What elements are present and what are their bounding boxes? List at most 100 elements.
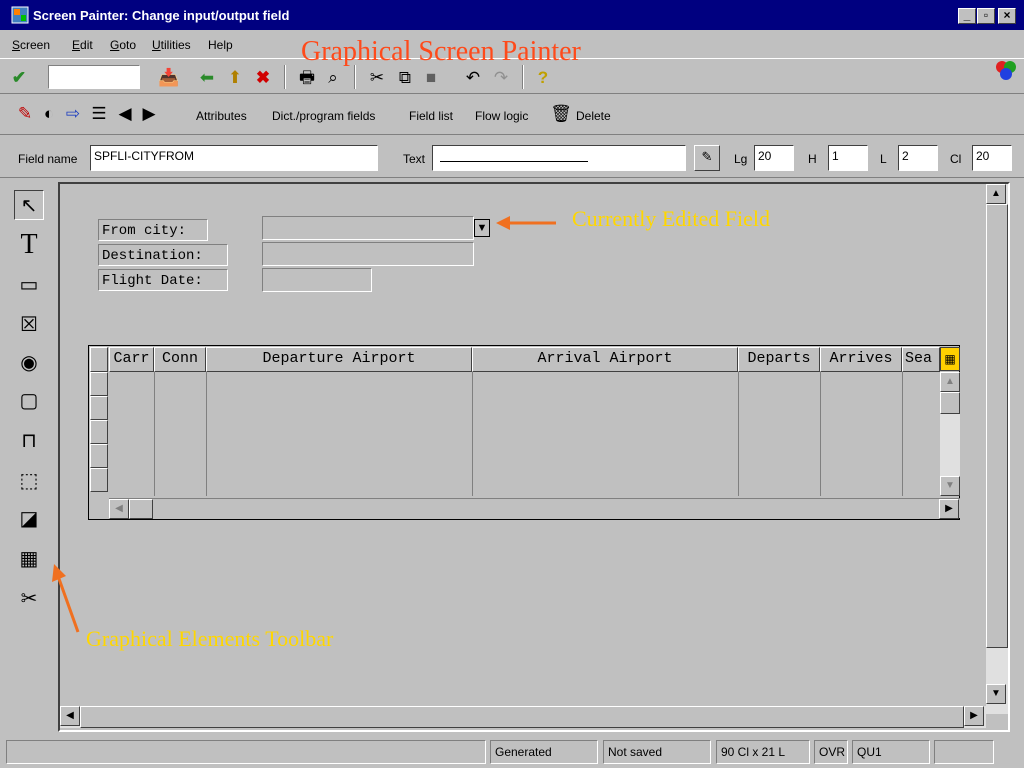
back-arrow-icon[interactable]: ⬅ (196, 67, 218, 89)
maximize-button[interactable]: ▫ (977, 8, 995, 24)
exit-up-icon[interactable]: ⬆ (224, 67, 246, 89)
flow-logic-button[interactable]: Flow logic (475, 109, 528, 123)
copy-icon[interactable]: ⧉ (394, 67, 416, 89)
destination-input-field[interactable] (262, 242, 474, 266)
undo-icon[interactable]: ↶ (462, 67, 484, 89)
previous-arrow-icon[interactable]: ◀ (114, 103, 136, 125)
subscreen-icon[interactable]: ◪ (14, 504, 44, 534)
scroll-right-icon[interactable]: ▶ (964, 706, 984, 726)
enter-check-icon[interactable]: ✔ (8, 67, 30, 89)
canvas-vertical-scrollbar[interactable]: ▲ ▼ (986, 184, 1008, 714)
table-control[interactable]: Carr Conn Departure Airport Arrival Airp… (88, 345, 960, 520)
column-divider (472, 372, 473, 496)
column-header[interactable]: Conn (154, 347, 206, 372)
scroll-left-icon[interactable]: ◀ (60, 706, 80, 726)
scroll-left-icon[interactable]: ◀ (109, 499, 129, 519)
delete-button[interactable]: Delete (576, 109, 611, 123)
status-mode[interactable]: OVR (814, 740, 848, 764)
row-selector[interactable] (90, 468, 108, 492)
scroll-thumb[interactable] (129, 499, 153, 519)
hierarchy-icon[interactable]: ⇨ (62, 103, 84, 125)
scroll-up-icon[interactable]: ▲ (940, 372, 960, 392)
lg-input[interactable]: 20 (754, 145, 794, 171)
trash-icon[interactable]: 🗑 (550, 103, 572, 125)
pushbutton-icon[interactable]: ▢ (14, 386, 44, 416)
close-button[interactable]: × (998, 8, 1016, 24)
toolbar-separator (284, 65, 286, 89)
cut-icon[interactable]: ✂ (366, 67, 388, 89)
text-field-icon[interactable]: T (14, 230, 44, 260)
scroll-up-icon[interactable]: ▲ (986, 184, 1006, 204)
field-name-label: Field name (18, 152, 78, 166)
text-label: Text (403, 152, 426, 166)
test-screen-icon[interactable]: ✎ (14, 103, 36, 125)
table-control-icon[interactable]: ▦ (14, 544, 44, 574)
field-list-button[interactable]: Field list (409, 109, 453, 123)
scroll-thumb[interactable] (986, 204, 1008, 648)
checkbox-icon[interactable]: ☒ (14, 310, 44, 340)
dropdown-arrow-icon[interactable]: ▼ (474, 219, 490, 237)
scroll-thumb[interactable] (940, 392, 960, 414)
cancel-x-icon[interactable]: ✖ (252, 67, 274, 89)
save-icon[interactable]: 📥 (158, 67, 180, 89)
redo-icon[interactable]: ↷ (490, 67, 512, 89)
from-city-input-field[interactable] (262, 216, 474, 240)
custom-control-icon[interactable]: ✂ (14, 584, 44, 614)
row-selector[interactable] (90, 420, 108, 444)
table-settings-icon[interactable]: ▦ (940, 347, 960, 371)
select-pointer-icon[interactable]: ↖ (14, 190, 44, 220)
attributes-button[interactable]: Attributes (196, 109, 247, 123)
table-horizontal-scrollbar[interactable]: ◀ ▶ (109, 498, 960, 519)
row-selector[interactable] (90, 372, 108, 396)
status-client: QU1 (852, 740, 930, 764)
row-selector[interactable] (90, 444, 108, 468)
flight-date-label[interactable]: Flight Date: (98, 269, 228, 291)
table-vertical-scrollbar[interactable]: ▲ ▼ (940, 372, 960, 496)
menu-help[interactable]: Help (208, 38, 233, 52)
scroll-down-icon[interactable]: ▼ (986, 684, 1006, 704)
radio-button-icon[interactable]: ◉ (14, 348, 44, 378)
help-question-icon[interactable]: ? (532, 67, 554, 89)
scroll-down-icon[interactable]: ▼ (940, 476, 960, 496)
find-binoculars-icon[interactable]: ⌕ (322, 67, 344, 89)
canvas-horizontal-scrollbar[interactable]: ◀ ▶ (60, 706, 986, 728)
dict-program-fields-button[interactable]: Dict./program fields (272, 109, 375, 123)
tabstrip-icon[interactable]: ⊓ (14, 426, 44, 456)
flight-date-input-field[interactable] (262, 268, 372, 292)
destination-label[interactable]: Destination: (98, 244, 228, 266)
command-field[interactable] (48, 65, 140, 89)
next-arrow-icon[interactable]: ▶ (138, 103, 160, 125)
column-divider (206, 372, 207, 496)
text-edit-button[interactable]: ✎ (694, 145, 720, 171)
annotation-graphical-elements-toolbar: Graphical Elements Toolbar (86, 626, 334, 651)
minimize-button[interactable]: _ (958, 8, 976, 24)
scroll-thumb[interactable] (80, 706, 964, 728)
l-input[interactable]: 2 (898, 145, 938, 171)
menu-goto[interactable]: Goto (110, 38, 136, 52)
element-lifebuoy-icon[interactable]: ◐ (38, 103, 60, 125)
box-icon[interactable]: ⬚ (14, 466, 44, 496)
menu-screen[interactable]: Screen (12, 38, 50, 52)
menu-edit[interactable]: Edit (72, 38, 93, 52)
text-underscore-line (440, 161, 588, 162)
input-field-icon[interactable]: ▭ (14, 270, 44, 300)
from-city-label[interactable]: From city: (98, 219, 208, 241)
row-selector[interactable] (90, 396, 108, 420)
annotation-arrow-up (52, 564, 80, 633)
column-header[interactable]: Departure Airport (206, 347, 472, 372)
menu-utilities[interactable]: Utilities (152, 38, 191, 52)
h-input[interactable]: 1 (828, 145, 868, 171)
cl-input[interactable]: 20 (972, 145, 1012, 171)
column-header[interactable]: Arrival Airport (472, 347, 738, 372)
text-input[interactable] (432, 145, 686, 171)
print-icon[interactable]: 🖶 (296, 67, 318, 89)
align-icon[interactable]: ☰ (88, 103, 110, 125)
scroll-right-icon[interactable]: ▶ (939, 499, 959, 519)
field-name-input[interactable]: SPFLI-CITYFROM (90, 145, 378, 171)
l-label: L (880, 152, 887, 166)
column-header[interactable]: Departs (738, 347, 820, 372)
column-header[interactable]: Arrives (820, 347, 902, 372)
paste-icon[interactable]: ■ (420, 67, 442, 89)
column-header[interactable]: Carr (109, 347, 154, 372)
column-header[interactable]: Sea (902, 347, 940, 372)
